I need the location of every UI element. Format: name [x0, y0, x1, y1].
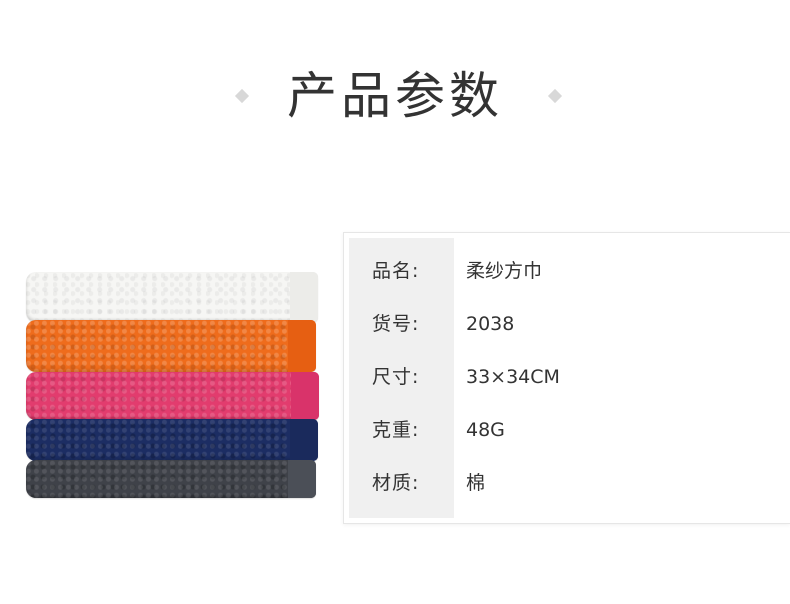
spec-label: 品名:	[372, 260, 420, 282]
spec-label: 货号:	[372, 313, 420, 335]
towel-navy	[26, 419, 318, 461]
spec-row-material: 材质: 棉	[344, 457, 790, 510]
page-title: 产品参数	[287, 67, 503, 125]
spec-value: 48G	[466, 419, 505, 441]
towel-hem	[290, 272, 318, 322]
towel-hem	[288, 460, 316, 498]
section-header: 产品参数	[0, 62, 790, 132]
towel-hem	[290, 419, 318, 461]
spec-row-item-number: 货号: 2038	[344, 298, 790, 351]
towel-white	[26, 272, 318, 322]
spec-row-size: 尺寸: 33×34CM	[344, 351, 790, 404]
spec-row-weight: 克重: 48G	[344, 404, 790, 457]
towel-gray	[26, 460, 316, 498]
spec-value: 柔纱方巾	[466, 260, 543, 282]
spec-label: 材质:	[372, 472, 420, 494]
towel-hem	[291, 372, 319, 420]
towel-hem	[288, 320, 316, 372]
towel-orange	[26, 320, 316, 372]
spec-label: 尺寸:	[372, 366, 420, 388]
towel-pink	[26, 372, 319, 420]
spec-table: 品名: 柔纱方巾 货号: 2038 尺寸: 33×34CM 克重: 48G 材质…	[343, 232, 790, 524]
product-image	[26, 270, 320, 500]
spec-value: 2038	[466, 313, 515, 335]
spec-label: 克重:	[372, 419, 420, 441]
spec-value: 棉	[466, 472, 486, 494]
spec-value: 33×34CM	[466, 366, 560, 388]
spec-row-name: 品名: 柔纱方巾	[344, 245, 790, 298]
